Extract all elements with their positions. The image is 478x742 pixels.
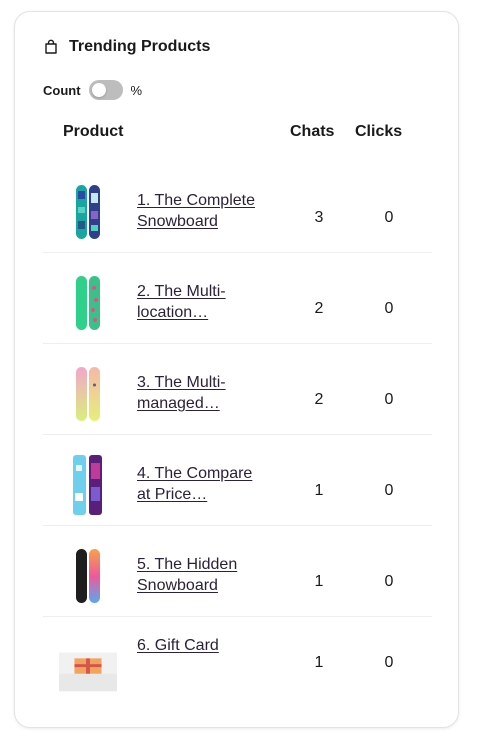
snowboard-teal-icon [76,185,100,239]
chats-value: 1 [314,654,324,671]
card-title: Trending Products [69,38,211,55]
product-link[interactable]: 2. The Multi-location… [137,281,267,323]
count-percent-toggle-row: Count % [43,80,142,100]
trending-products-card: Trending Products Count % Product Chats … [14,11,459,728]
table-row: 4. The Compare at Price… 1 0 [43,435,432,526]
clicks-value: 0 [384,391,394,408]
chats-value: 2 [314,300,324,317]
card-header: Trending Products [43,38,210,56]
clicks-value: 0 [384,209,394,226]
column-header-clicks: Clicks [355,123,403,140]
snowboard-pastel-icon [76,367,100,421]
count-percent-switch[interactable] [88,80,123,100]
product-thumbnail [59,549,117,603]
product-thumbnail [59,185,117,239]
table-row: 5. The Hidden Snowboard 1 0 [43,526,432,617]
column-header-product: Product [63,123,124,140]
snowboard-green-icon [76,276,100,330]
column-header-chats: Chats [290,123,335,140]
snowboard-black-icon [76,549,100,603]
count-label: Count [43,82,81,98]
product-thumbnail [59,367,117,421]
product-thumbnail [59,455,117,515]
product-link[interactable]: 1. The Complete Snowboard [137,190,267,232]
chats-value: 1 [314,482,324,499]
clicks-value: 0 [384,654,394,671]
gift-card-icon [59,652,117,692]
chats-value: 3 [314,209,324,226]
clicks-value: 0 [384,482,394,499]
table-row: 1. The Complete Snowboard 3 0 [43,162,432,253]
product-link[interactable]: 5. The Hidden Snowboard [137,554,267,596]
clicks-value: 0 [384,573,394,590]
snowboard-blue-purple-icon [73,455,102,515]
switch-knob [91,83,106,97]
product-thumbnail [59,643,117,695]
chats-value: 1 [314,573,324,590]
product-link[interactable]: 4. The Compare at Price… [137,463,267,505]
percent-label: % [130,82,143,98]
product-thumbnail [59,276,117,330]
chats-value: 2 [314,391,324,408]
table-row: 3. The Multi-managed… 2 0 [43,344,432,435]
shopping-bag-icon [45,39,57,54]
products-table: 1. The Complete Snowboard 3 0 2. The Mul… [43,162,432,707]
table-row: 2. The Multi-location… 2 0 [43,253,432,344]
product-link[interactable]: 3. The Multi-managed… [137,372,267,414]
product-link[interactable]: 6. Gift Card [137,635,267,656]
table-row: 6. Gift Card 1 0 [43,617,432,707]
clicks-value: 0 [384,300,394,317]
